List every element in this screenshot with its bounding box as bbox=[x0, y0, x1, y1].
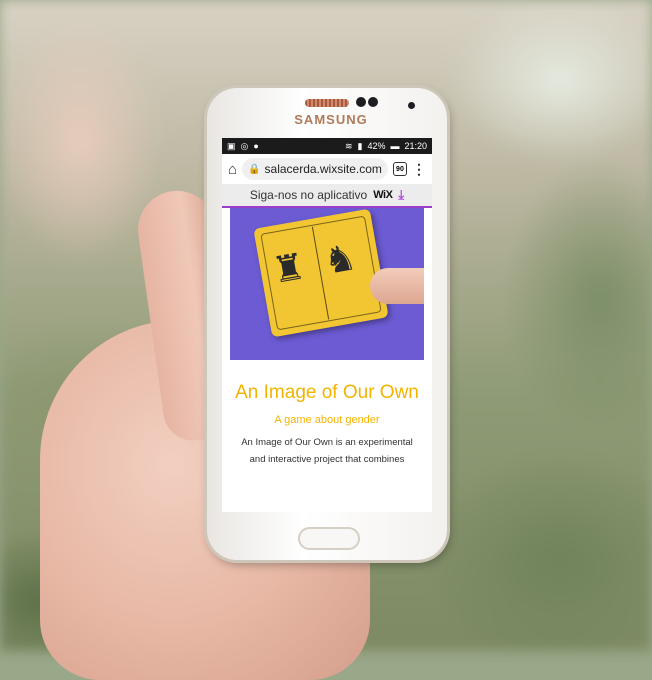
phone-screen: ▣ ◎ ● ≋ ▮ 42% ▬ 21:20 ⌂ 🔒 salacerda.wixs… bbox=[222, 138, 432, 512]
download-icon[interactable]: ⤓ bbox=[398, 187, 404, 203]
signal-icon: ▮ bbox=[357, 140, 363, 151]
wix-app-banner[interactable]: Siga-nos no aplicativo WiX ⤓ bbox=[222, 184, 432, 208]
status-bar: ▣ ◎ ● ≋ ▮ 42% ▬ 21:20 bbox=[222, 138, 432, 154]
page-subtitle: A game about gender bbox=[274, 414, 380, 426]
page-title: An Image of Our Own bbox=[235, 382, 419, 403]
browser-toolbar: ⌂ 🔒 salacerda.wixsite.com 90 ⋮ bbox=[222, 154, 432, 184]
home-icon[interactable]: ⌂ bbox=[228, 161, 237, 178]
menu-dots-icon[interactable]: ⋮ bbox=[412, 161, 426, 178]
instagram-icon: ◎ bbox=[240, 140, 249, 151]
hero-image: ♜ ♞ bbox=[230, 208, 424, 360]
url-text: salacerda.wixsite.com bbox=[264, 162, 382, 176]
notification-icons: ▣ ◎ ● bbox=[227, 141, 259, 152]
device-brand: SAMSUNG bbox=[294, 112, 368, 127]
sensor-icon bbox=[368, 97, 378, 107]
hand-holding-card bbox=[370, 268, 424, 304]
battery-icon: ▬ bbox=[390, 140, 400, 151]
wix-banner-text: Siga-nos no aplicativo bbox=[249, 188, 368, 202]
front-camera-icon bbox=[356, 97, 366, 107]
page-body: An Image of Our Own is an experimental a… bbox=[230, 434, 424, 468]
clock: 21:20 bbox=[404, 140, 427, 151]
body-line-2: and interactive project that combines bbox=[249, 454, 405, 465]
messenger-icon: ● bbox=[253, 140, 259, 151]
article-content: An Image of Our Own A game about gender … bbox=[222, 382, 432, 468]
battery-percent: 42% bbox=[367, 140, 386, 151]
wix-logo: WiX bbox=[373, 189, 393, 201]
lock-icon: 🔒 bbox=[248, 163, 261, 175]
tab-switcher-button[interactable]: 90 bbox=[392, 162, 407, 176]
game-card: ♜ ♞ bbox=[253, 208, 389, 338]
body-line-1: An Image of Our Own is an experimental bbox=[241, 437, 413, 448]
wifi-icon: ≋ bbox=[344, 140, 353, 151]
earpiece-speaker bbox=[305, 99, 349, 107]
gallery-icon: ▣ bbox=[227, 140, 236, 151]
proximity-sensor-icon bbox=[408, 102, 415, 109]
system-icons: ≋ ▮ 42% ▬ 21:20 bbox=[345, 141, 427, 152]
address-bar[interactable]: 🔒 salacerda.wixsite.com bbox=[242, 158, 388, 180]
home-button[interactable] bbox=[298, 527, 360, 550]
